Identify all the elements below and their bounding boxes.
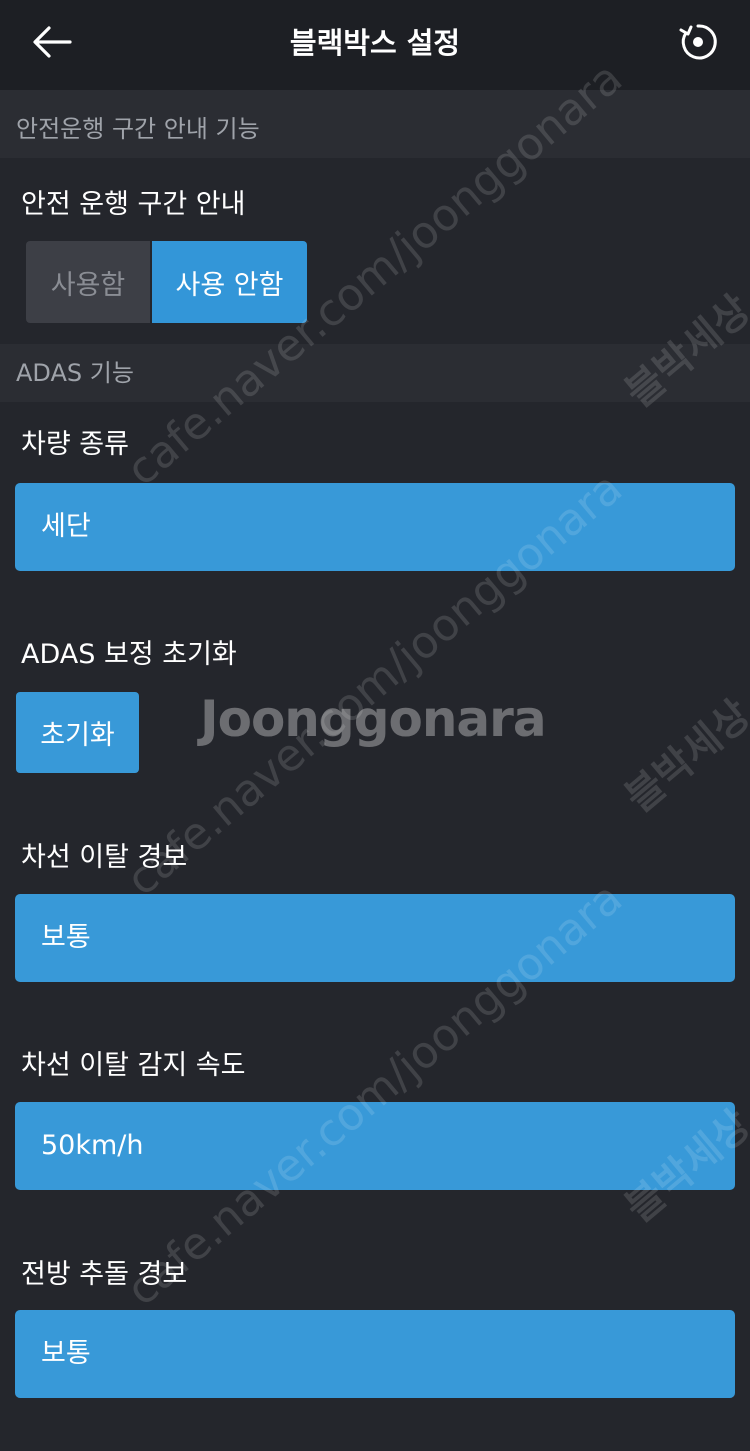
header-divider (0, 90, 750, 100)
reset-button[interactable] (676, 20, 720, 64)
adas-reset-button[interactable]: 초기화 (16, 692, 139, 773)
forward-collision-warning-label: 전방 추돌 경보 (21, 1259, 188, 1290)
back-arrow-icon (33, 26, 72, 58)
back-button[interactable] (28, 20, 76, 64)
forward-collision-warning-select[interactable]: 보통 (15, 1310, 735, 1398)
lane-departure-warning-select[interactable]: 보통 (15, 894, 735, 982)
adas-reset-label: ADAS 보정 초기화 (21, 639, 237, 670)
reset-icon (679, 24, 717, 60)
safety-guide-label: 안전 운행 구간 안내 (21, 189, 246, 220)
lane-departure-speed-label: 차선 이탈 감지 속도 (21, 1050, 246, 1081)
option-not-use[interactable]: 사용 안함 (152, 241, 307, 323)
option-use[interactable]: 사용함 (26, 241, 150, 323)
lane-departure-warning-label: 차선 이탈 경보 (21, 842, 188, 873)
page-title: 블랙박스 설정 (289, 26, 461, 60)
safety-guide-toggle: 사용함 사용 안함 (26, 241, 307, 323)
section-header-safety: 안전운행 구간 안내 기능 (0, 100, 750, 158)
watermark-logo: Joonggonara (200, 690, 547, 748)
section-header-adas: ADAS 기능 (0, 344, 750, 402)
lane-departure-speed-select[interactable]: 50km/h (15, 1102, 735, 1190)
watermark-korean: 블박세상 (617, 691, 750, 822)
vehicle-type-label: 차량 종류 (21, 429, 129, 460)
vehicle-type-select[interactable]: 세단 (15, 483, 735, 571)
app-header: 블랙박스 설정 (0, 0, 750, 90)
